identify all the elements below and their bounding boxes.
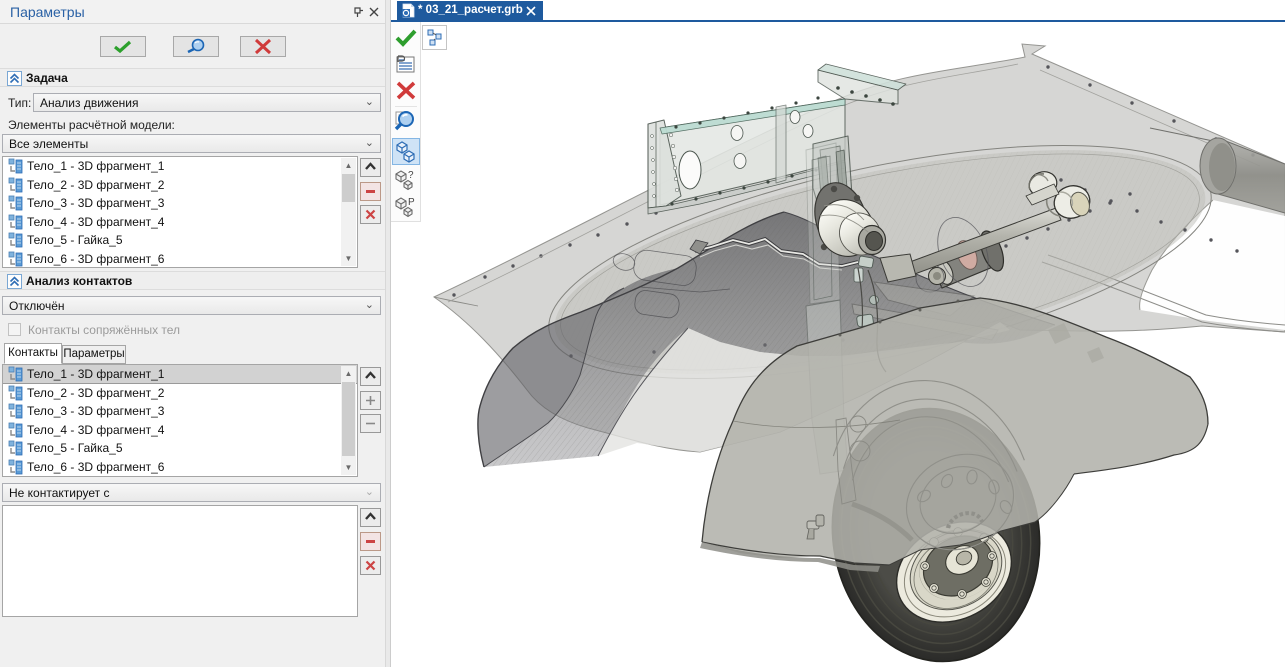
svg-text:P: P	[408, 197, 415, 208]
svg-text:?: ?	[408, 170, 414, 181]
